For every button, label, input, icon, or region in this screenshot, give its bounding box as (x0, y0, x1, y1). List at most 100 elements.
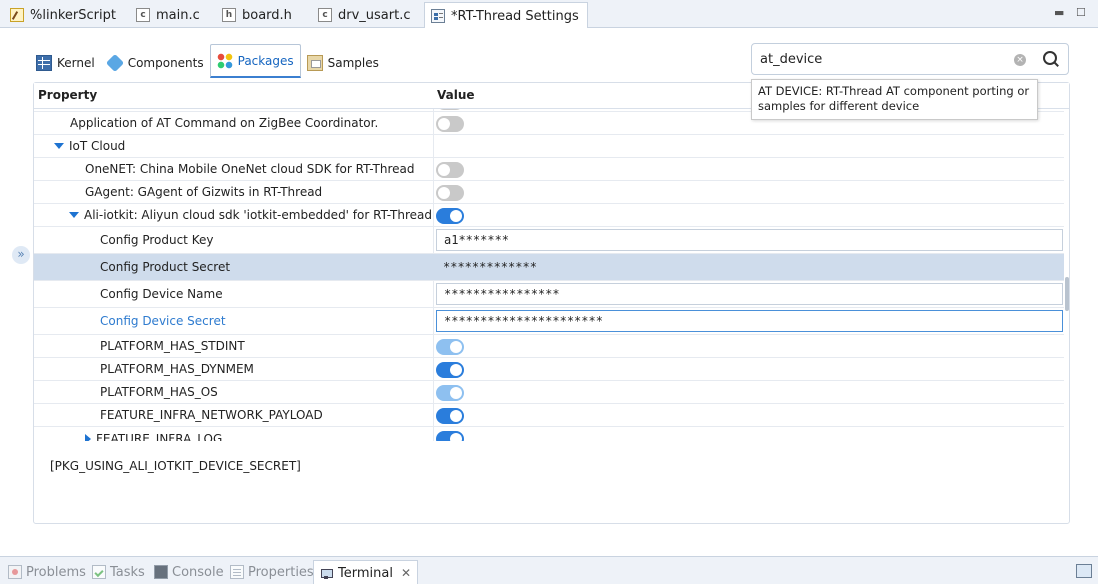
kernel-icon (36, 55, 52, 71)
search-icon[interactable] (1042, 50, 1060, 68)
toggle-switch[interactable] (436, 362, 464, 378)
property-label: Ali-iotkit: Aliyun cloud sdk 'iotkit-emb… (69, 204, 432, 226)
expand-arrow-icon[interactable] (54, 143, 64, 149)
product-key-input[interactable]: a1******* (436, 229, 1063, 251)
tab-label: Samples (327, 56, 379, 70)
property-label: PLATFORM_HAS_OS (100, 385, 218, 399)
product-secret-value[interactable]: ************* (443, 260, 537, 274)
close-icon[interactable]: ✕ (401, 566, 411, 580)
table-row[interactable]: FEATURE_INFRA_LOG (34, 427, 1064, 441)
property-description: [PKG_USING_ALI_IOTKIT_DEVICE_SECRET] (50, 459, 301, 473)
toggle-switch[interactable] (436, 431, 464, 441)
toggle-switch[interactable] (436, 185, 464, 201)
tab-rt-thread-settings[interactable]: *RT-Thread Settings ✕ (424, 2, 588, 29)
tab-main-c[interactable]: c main.c (130, 2, 210, 28)
minimize-icon[interactable]: ▬ (1054, 7, 1064, 19)
device-name-input[interactable]: **************** (436, 283, 1063, 305)
toggle-switch[interactable] (436, 408, 464, 424)
package-search-box: × (751, 43, 1069, 75)
table-row[interactable]: Config Product Key a1******* (34, 227, 1064, 254)
tab-label: board.h (242, 7, 292, 23)
tab-components[interactable]: Components (101, 48, 210, 78)
toggle-switch[interactable] (436, 208, 464, 224)
tab-label: Tasks (110, 564, 145, 580)
console-icon (154, 565, 168, 579)
expand-sidebar-button[interactable]: » (12, 246, 30, 264)
ide-window: %linkerScript c main.c h board.h c drv_u… (0, 0, 1098, 584)
property-label: OneNET: China Mobile OneNet cloud SDK fo… (85, 162, 415, 176)
tab-problems[interactable]: Problems (4, 561, 90, 583)
problems-icon (8, 565, 22, 579)
properties-icon (230, 565, 244, 579)
toggle-switch[interactable] (436, 109, 464, 110)
toggle-switch[interactable] (436, 385, 464, 401)
value-column-header: Value (437, 88, 475, 102)
view-tab-bar: Problems Tasks Console Properties Termin… (0, 556, 1098, 584)
property-label: PLATFORM_HAS_STDINT (100, 339, 245, 353)
linker-script-icon (10, 8, 24, 22)
property-label: FEATURE_INFRA_NETWORK_PAYLOAD (100, 408, 323, 422)
tab-properties[interactable]: Properties (226, 561, 318, 583)
toggle-switch[interactable] (436, 339, 464, 355)
tab-console[interactable]: Console (150, 561, 228, 583)
maximize-view-icon[interactable] (1076, 564, 1092, 578)
search-input[interactable] (760, 50, 1010, 68)
table-row[interactable]: FEATURE_INFRA_NETWORK_PAYLOAD (34, 404, 1064, 427)
group-label: FEATURE_INFRA_LOG (96, 431, 223, 442)
table-row[interactable]: IoT Cloud (34, 135, 1064, 158)
toggle-switch[interactable] (436, 116, 464, 132)
tab-kernel[interactable]: Kernel (30, 48, 101, 78)
tab-label: Console (172, 564, 224, 580)
clear-icon[interactable]: × (1014, 54, 1026, 66)
table-row[interactable]: GAgent: GAgent of Gizwits in RT-Thread (34, 181, 1064, 204)
tab-label: Components (127, 56, 204, 70)
components-icon (105, 53, 124, 73)
packages-icon (216, 52, 233, 69)
tab-samples[interactable]: Samples (301, 48, 385, 78)
property-label: Application of AT Command on ZigBee Coor… (70, 116, 379, 130)
table-row[interactable]: Config Product Secret ************* (34, 254, 1064, 281)
table-row[interactable]: Ali-iotkit: Aliyun cloud sdk 'iotkit-emb… (34, 204, 1064, 227)
search-tooltip: AT DEVICE: RT-Thread AT component portin… (751, 79, 1038, 120)
device-secret-input[interactable]: ********************** (436, 310, 1063, 332)
terminal-icon (320, 566, 334, 580)
table-row[interactable]: Config Device Secret *******************… (34, 308, 1064, 335)
group-label: IoT Cloud (69, 139, 126, 153)
table-row[interactable]: Config Device Name **************** (34, 281, 1064, 308)
property-label: FEATURE_INFRA_LOG (85, 427, 222, 441)
tab-label: Kernel (57, 56, 95, 70)
table-row[interactable]: PLATFORM_HAS_DYNMEM (34, 358, 1064, 381)
tab-label: Packages (237, 53, 294, 68)
property-label: PLATFORM_HAS_DYNMEM (100, 362, 254, 376)
tab-label: Problems (26, 564, 86, 580)
editor-tab-bar: %linkerScript c main.c h board.h c drv_u… (0, 0, 1098, 29)
collapse-arrow-icon[interactable] (85, 433, 91, 441)
toggle-switch[interactable] (436, 162, 464, 178)
tab-label: drv_usart.c (338, 7, 411, 23)
tab-label: Terminal (338, 565, 393, 581)
property-label: Config Device Secret (100, 314, 226, 328)
tab-board-h[interactable]: h board.h (216, 2, 302, 28)
table-row[interactable]: PLATFORM_HAS_OS (34, 381, 1064, 404)
property-table: Property Value Application of AT Command… (33, 82, 1070, 524)
tab-packages[interactable]: Packages (209, 44, 301, 78)
tab-label: Properties (248, 564, 314, 580)
property-column-header: Property (38, 88, 98, 102)
table-row[interactable]: OneNET: China Mobile OneNet cloud SDK fo… (34, 158, 1064, 181)
property-label: Config Product Secret (100, 260, 231, 274)
table-body: Application of AT Command on ZigBee Coor… (34, 109, 1064, 441)
tab-terminal[interactable]: Terminal ✕ (313, 560, 419, 584)
maximize-icon[interactable]: ☐ (1076, 7, 1086, 19)
tab-tasks[interactable]: Tasks (88, 561, 149, 583)
settings-editor: Kernel Components Packages Samples × AT … (0, 28, 1098, 556)
group-label: Ali-iotkit: Aliyun cloud sdk 'iotkit-emb… (84, 208, 432, 222)
expand-arrow-icon[interactable] (69, 212, 79, 218)
settings-tab-bar: Kernel Components Packages Samples (30, 44, 385, 78)
c-file-icon: c (318, 8, 332, 22)
tasks-icon (92, 565, 106, 579)
c-file-icon: c (136, 8, 150, 22)
tab-linker-script[interactable]: %linkerScript (4, 2, 124, 28)
tab-drv-usart-c[interactable]: c drv_usart.c (312, 2, 418, 28)
table-row[interactable]: PLATFORM_HAS_STDINT (34, 335, 1064, 358)
vertical-scrollbar[interactable] (1065, 277, 1069, 311)
